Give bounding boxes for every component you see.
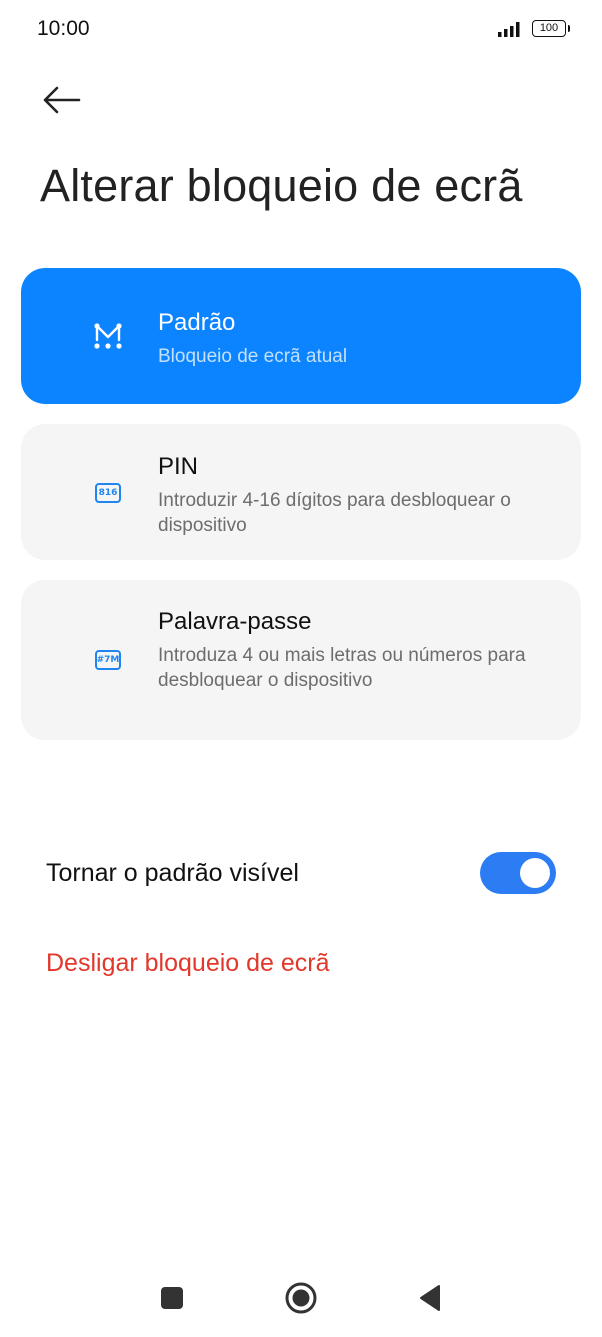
option-password-text: Palavra-passe Introduza 4 ou mais letras… [158,607,541,693]
pin-icon: 816 [93,480,123,506]
option-description: Introduza 4 ou mais letras ou números pa… [158,645,526,691]
password-icon: #7M [93,647,123,673]
option-pin-text: PIN Introduzir 4-16 dígitos para desbloq… [158,452,541,538]
arrow-left-icon [41,86,81,119]
password-icon-label: #7M [95,650,121,670]
option-password[interactable]: #7M Palavra-passe Introduza 4 ou mais le… [21,580,581,740]
option-title: Palavra-passe [158,608,312,635]
status-time: 10:00 [37,17,90,40]
status-icons: 100 [497,20,570,37]
circle-icon [284,1281,318,1320]
nav-back-button[interactable] [412,1282,448,1318]
option-description: Bloqueio de ecrã atual [158,346,348,367]
visible-pattern-row[interactable]: Tornar o padrão visível [0,845,602,905]
triangle-back-icon [417,1284,443,1317]
option-title: Padrão [158,309,236,336]
status-bar: 10:00 100 [0,0,602,60]
visible-pattern-toggle[interactable] [480,852,556,894]
pattern-icon [93,323,123,349]
option-pattern-text: Padrão Bloqueio de ecrã atual [158,308,541,369]
turn-off-lock-button[interactable]: Desligar bloqueio de ecrã [46,949,330,978]
home-button[interactable] [283,1282,319,1318]
option-pin[interactable]: 816 PIN Introduzir 4-16 dígitos para des… [21,424,581,560]
square-icon [160,1286,184,1315]
navigation-bar [0,1268,602,1332]
signal-bars-icon [497,21,524,37]
back-button[interactable] [36,82,86,122]
battery-icon: 100 [532,20,570,37]
recents-button[interactable] [154,1282,190,1318]
visible-pattern-label: Tornar o padrão visível [46,859,299,887]
option-pattern[interactable]: Padrão Bloqueio de ecrã atual [21,268,581,404]
page-title: Alterar bloqueio de ecrã [40,160,523,211]
toggle-knob [520,858,550,888]
option-description: Introduzir 4-16 dígitos para desbloquear… [158,490,511,536]
option-title: PIN [158,453,199,480]
pin-icon-label: 816 [95,483,121,503]
